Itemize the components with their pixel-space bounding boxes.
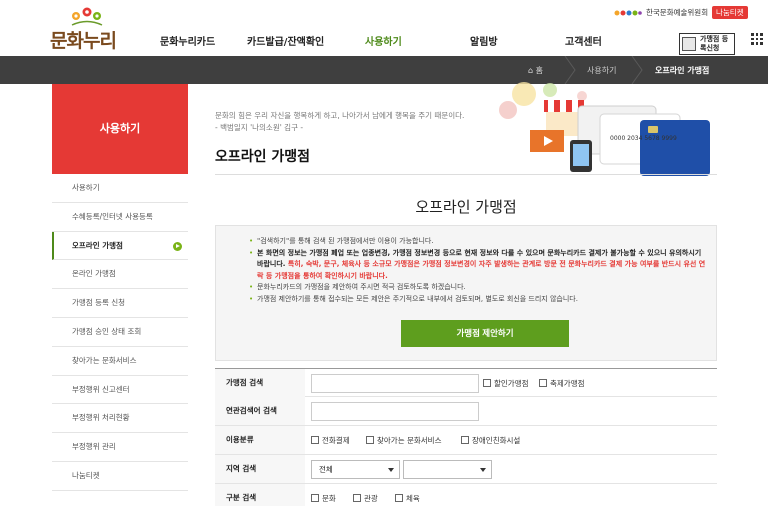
region-select[interactable]: 전체: [311, 460, 400, 479]
active-arrow-icon: [173, 241, 182, 251]
propose-store-button[interactable]: 가맹점 제안하기: [401, 320, 569, 347]
sidebar-item-store-apply[interactable]: 가맹점 등록 신청: [52, 289, 188, 318]
sidebar-item-fraud-manage[interactable]: 부정행위 관리: [52, 433, 188, 462]
sidebar-item-fraud-report[interactable]: 부정행위 신고센터: [52, 376, 188, 405]
arts-council-link[interactable]: 한국문화예술위원회: [646, 7, 708, 18]
page-quote: 문화의 힘은 우리 자신을 행복하게 하고, 나아가서 남에게 행복을 주기 때…: [215, 111, 465, 132]
nav-item-culture-card[interactable]: 문화누리카드: [160, 33, 215, 48]
form-row-type: 구분 검색 문화 관광 체육: [215, 484, 717, 506]
store-search-label: 가맹점 검색: [215, 369, 305, 397]
nav-item-card-issue[interactable]: 카드발급/잔액확인: [247, 33, 324, 48]
logo-flowers-icon: [71, 7, 103, 26]
register-badge-label: 가맹점 등록신청: [700, 35, 729, 52]
sidebar-item-offline-store[interactable]: 오프라인 가맹점: [52, 231, 188, 261]
sidebar-item-approval-status[interactable]: 가맹점 승인 상태 조회: [52, 318, 188, 347]
store-register-banner[interactable]: 가맹점 등록신청: [679, 33, 735, 55]
sidebar-item-fraud-status[interactable]: 부정행위 처리현황: [52, 404, 188, 434]
breadcrumb-home[interactable]: ⌂ 홈: [528, 65, 543, 76]
nav-item-notice[interactable]: 알림방: [470, 33, 498, 48]
sidebar-title: 사용하기: [99, 122, 141, 135]
store-search-form: 가맹점 검색 할인가맹점 축제가맹점 연관검색어 검색 이용분류 전화결제 찾아…: [215, 368, 717, 506]
checkbox-icon: [483, 379, 491, 387]
accessible-facility-checkbox[interactable]: 장애인친화시설: [461, 435, 520, 446]
form-row-related-search: 연관검색어 검색: [215, 397, 717, 426]
home-icon: ⌂: [528, 66, 534, 75]
phone-payment-checkbox[interactable]: 전화결제: [311, 435, 350, 446]
sidebar-header: 사용하기: [52, 84, 188, 174]
notice-item: 문화누리카드의 가맹점을 제안하여 주시면 적극 검토하도록 하겠습니다.: [249, 282, 707, 294]
chevron-down-icon: [388, 468, 394, 472]
section-title: 오프라인 가맹점: [415, 198, 517, 216]
type-culture-checkbox[interactable]: 문화: [311, 493, 336, 504]
page: 문화누리 문화누리카드 카드발급/잔액확인 사용하기 알림방 고객센터 한국문화…: [0, 0, 768, 506]
notice-box: "검색하기"를 통해 검색 된 가맹점에서만 이용이 가능합니다.본 화면의 정…: [215, 225, 717, 361]
discount-store-checkbox[interactable]: 할인가맹점: [483, 378, 529, 389]
sidebar-item-label: 오프라인 가맹점: [72, 240, 123, 250]
logo[interactable]: 문화누리: [50, 4, 120, 52]
sidebar-item-online-store[interactable]: 온라인 가맹점: [52, 260, 188, 290]
visiting-service-checkbox[interactable]: 찾아가는 문화서비스: [366, 435, 441, 446]
notice-item: 가맹점 제안하기를 통해 접수되는 모든 제안은 주기적으로 내부에서 검토되며…: [249, 294, 707, 306]
checkbox-icon: [311, 436, 319, 444]
arts-council-logo-icon: [614, 10, 642, 16]
all-menu-icon[interactable]: [751, 33, 763, 45]
form-row-store-search: 가맹점 검색 할인가맹점 축제가맹점: [215, 368, 717, 397]
checkbox-icon: [353, 494, 361, 502]
sidebar-item-registration[interactable]: 수혜등록/인터넷 사용등록: [52, 203, 188, 232]
related-search-input[interactable]: [311, 402, 479, 421]
related-search-label: 연관검색어 검색: [215, 397, 305, 425]
notice-item: "검색하기"를 통해 검색 된 가맹점에서만 이용이 가능합니다.: [249, 236, 707, 248]
sidebar-item-visiting-service[interactable]: 찾아가는 문화서비스: [52, 347, 188, 376]
store-search-input[interactable]: [311, 374, 479, 393]
nanum-ticket-link[interactable]: 나눔티켓: [712, 6, 748, 19]
notice-list: "검색하기"를 통해 검색 된 가맹점에서만 이용이 가능합니다.본 화면의 정…: [249, 236, 707, 305]
checkbox-icon: [366, 436, 374, 444]
page-title: 오프라인 가맹점: [215, 149, 311, 165]
form-row-category: 이용분류 전화결제 찾아가는 문화서비스 장애인친화시설: [215, 426, 717, 455]
region-label: 지역 검색: [215, 455, 305, 483]
category-label: 이용분류: [215, 426, 305, 454]
sidebar-menu: 사용하기 수혜등록/인터넷 사용등록 오프라인 가맹점 온라인 가맹점 가맹점 …: [52, 174, 188, 491]
checkbox-icon: [395, 494, 403, 502]
register-form-icon: [682, 37, 696, 51]
header: 문화누리 문화누리카드 카드발급/잔액확인 사용하기 알림방 고객센터 한국문화…: [0, 0, 768, 56]
type-tourism-checkbox[interactable]: 관광: [353, 493, 378, 504]
breadcrumb-current: 오프라인 가맹점: [655, 66, 710, 75]
form-row-region: 지역 검색 전체: [215, 455, 717, 484]
nav-item-usage[interactable]: 사용하기: [365, 33, 402, 48]
checkbox-icon: [311, 494, 319, 502]
checkbox-icon: [539, 379, 547, 387]
type-sports-checkbox[interactable]: 체육: [395, 493, 420, 504]
notice-item: 본 화면의 정보는 가맹점 폐업 또는 업종변경, 가맹점 정보변경 등으로 현…: [249, 248, 707, 283]
culture-card-illustration: 0000 2034 5678 9999: [499, 82, 710, 176]
type-label: 구분 검색: [215, 484, 305, 506]
logo-text: 문화누리: [50, 30, 117, 52]
sidebar-item-usage[interactable]: 사용하기: [52, 174, 188, 203]
breadcrumb-level1[interactable]: 사용하기: [587, 65, 616, 76]
title-divider: [215, 174, 717, 175]
checkbox-icon: [461, 436, 469, 444]
sub-region-select[interactable]: [403, 460, 492, 479]
nav-item-customer-center[interactable]: 고객센터: [565, 33, 602, 48]
festival-store-checkbox[interactable]: 축제가맹점: [539, 378, 585, 389]
chevron-down-icon: [480, 468, 486, 472]
card-number: 0000 2034 5678 9999: [610, 135, 677, 142]
main-nav: 문화누리카드 카드발급/잔액확인 사용하기 알림방 고객센터: [140, 33, 620, 49]
sidebar-item-nanum-ticket[interactable]: 나눔티켓: [52, 462, 188, 491]
